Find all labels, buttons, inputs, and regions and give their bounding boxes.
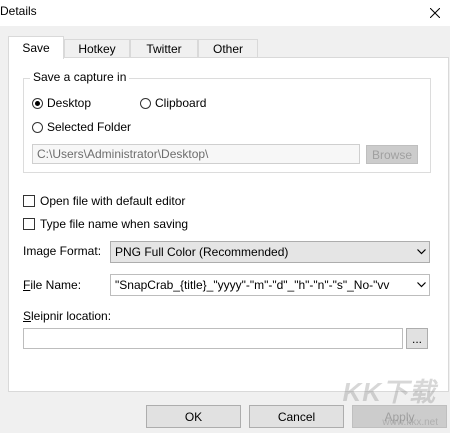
- tab-strip: Save Hotkey Twitter Other: [8, 36, 448, 59]
- sleipnir-browse-button[interactable]: ...: [406, 328, 428, 349]
- checkbox-open-default-editor[interactable]: Open file with default editor: [23, 194, 185, 208]
- ok-button[interactable]: OK: [146, 405, 241, 428]
- checkbox-type-file-name-label: Type file name when saving: [40, 217, 189, 231]
- chevron-down-icon: [413, 242, 429, 262]
- checkbox-indicator: [23, 218, 35, 230]
- file-name-input[interactable]: "SnapCrab_{title}_"yyyy"-"m"-"d"_"h"-"n"…: [110, 274, 430, 296]
- browse-button[interactable]: Browse: [366, 145, 418, 164]
- radio-indicator: [32, 121, 43, 133]
- save-location-legend: Save a capture in: [30, 70, 130, 84]
- title-bar: Details: [0, 0, 450, 26]
- chevron-down-icon[interactable]: [413, 275, 429, 295]
- radio-selected-folder[interactable]: Selected Folder: [32, 120, 131, 134]
- radio-desktop[interactable]: Desktop: [32, 96, 91, 110]
- tab-hotkey[interactable]: Hotkey: [64, 39, 130, 58]
- image-format-label: Image Format:: [23, 244, 102, 258]
- close-icon: [430, 8, 440, 18]
- watermark-url: www.kkx.net: [382, 417, 438, 428]
- radio-indicator: [32, 97, 43, 109]
- image-format-value: PNG Full Color (Recommended): [115, 245, 289, 259]
- radio-selected-folder-label: Selected Folder: [47, 120, 132, 134]
- details-dialog: Details Save Hotkey Twitter Other Save a…: [0, 0, 450, 433]
- checkbox-indicator: [23, 195, 35, 207]
- tab-save[interactable]: Save: [8, 36, 64, 59]
- watermark-logo: KK下载: [342, 377, 436, 407]
- tab-twitter[interactable]: Twitter: [130, 39, 198, 58]
- file-name-value: "SnapCrab_{title}_"yyyy"-"m"-"d"_"h"-"n"…: [115, 278, 390, 292]
- radio-clipboard[interactable]: Clipboard: [140, 96, 206, 110]
- close-button[interactable]: [420, 0, 450, 26]
- window-title: Details: [0, 4, 37, 18]
- radio-indicator: [140, 97, 151, 109]
- cancel-button[interactable]: Cancel: [249, 405, 344, 428]
- tab-other[interactable]: Other: [198, 39, 258, 58]
- folder-path-field[interactable]: C:\Users\Administrator\Desktop\: [32, 144, 360, 164]
- checkbox-type-file-name[interactable]: Type file name when saving: [23, 217, 188, 231]
- image-format-select[interactable]: PNG Full Color (Recommended): [110, 241, 430, 263]
- radio-desktop-label: Desktop: [47, 96, 92, 110]
- sleipnir-location-label: Sleipnir location:: [23, 309, 112, 323]
- checkbox-open-default-editor-label: Open file with default editor: [40, 194, 186, 208]
- file-name-label: File Name:: [23, 278, 82, 292]
- sleipnir-location-input[interactable]: [23, 328, 403, 349]
- radio-clipboard-label: Clipboard: [155, 96, 207, 110]
